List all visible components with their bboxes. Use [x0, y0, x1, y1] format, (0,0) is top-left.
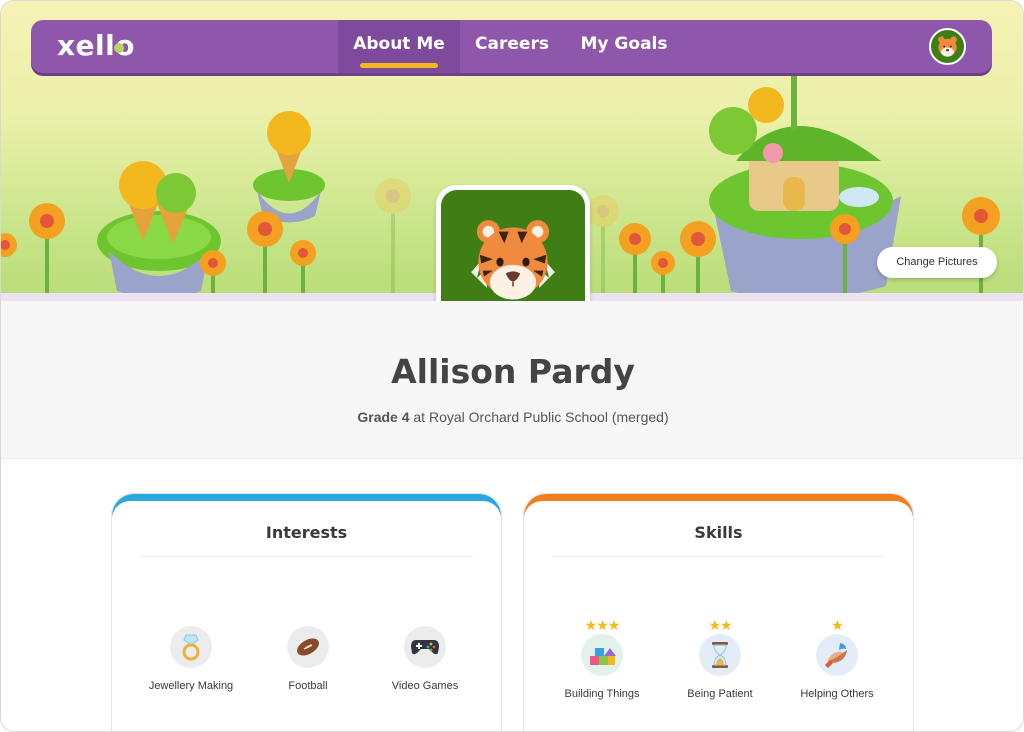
skill-label: Helping Others: [800, 688, 874, 700]
skills-card-accent: [524, 494, 913, 531]
grade-label: Grade 4: [357, 409, 410, 425]
tab-about-me[interactable]: About Me: [338, 20, 460, 73]
interests-card-accent: [112, 494, 501, 531]
interests-card: Interests Jewellery Making Football Vide…: [111, 493, 502, 731]
hourglass-icon: [699, 634, 741, 676]
interest-label: Jewellery Making: [148, 680, 234, 692]
skill-stars: ★★: [708, 617, 732, 633]
skill-stars: ★: [831, 617, 844, 633]
skills-divider: [552, 556, 885, 557]
change-pictures-button[interactable]: Change Pictures: [877, 247, 997, 278]
skill-label: Being Patient: [687, 688, 753, 700]
skills-card: Skills ★★★ Building Things ★★ Being Pati…: [523, 493, 914, 731]
user-avatar-button[interactable]: [929, 28, 966, 65]
interest-video-games[interactable]: Video Games: [360, 626, 490, 692]
xello-logo[interactable]: xello: [57, 29, 135, 62]
tab-careers[interactable]: Careers: [467, 20, 557, 73]
ring-icon: [170, 626, 212, 668]
skills-title: Skills: [694, 523, 743, 542]
interest-label: Video Games: [391, 680, 459, 692]
student-name: Allison Pardy: [391, 352, 635, 391]
tiger-icon: [471, 220, 555, 300]
top-nav-bar: xello About Me Careers My Goals: [31, 20, 992, 73]
skill-being-patient[interactable]: ★★ Being Patient: [655, 616, 785, 700]
school-name: at Royal Orchard Public School (merged): [413, 409, 669, 425]
app-window: xello About Me Careers My Goals Change P…: [0, 0, 1024, 732]
tab-about-me-label: About Me: [353, 34, 445, 54]
skill-stars: ★★★: [584, 617, 621, 633]
skill-building-things[interactable]: ★★★ Building Things: [537, 616, 667, 700]
interest-label: Football: [288, 680, 328, 692]
school-info: Grade 4 at Royal Orchard Public School (…: [1, 409, 1023, 425]
tiger-icon: [938, 36, 957, 57]
skill-helping-others[interactable]: ★ Helping Others: [772, 616, 902, 700]
interests-title: Interests: [265, 523, 348, 542]
interest-football[interactable]: Football: [243, 626, 373, 692]
skill-label: Building Things: [564, 688, 640, 700]
interests-divider: [140, 556, 473, 557]
game-controller-icon: [404, 626, 446, 668]
active-tab-indicator: [360, 63, 438, 68]
helping-hands-icon: [816, 634, 858, 676]
football-icon: [287, 626, 329, 668]
tab-my-goals[interactable]: My Goals: [571, 20, 677, 73]
logo-dot: [113, 43, 124, 53]
tab-careers-label: Careers: [475, 34, 549, 54]
building-blocks-icon: [581, 634, 623, 676]
tab-my-goals-label: My Goals: [580, 34, 668, 54]
interest-jewellery-making[interactable]: Jewellery Making: [126, 626, 256, 692]
